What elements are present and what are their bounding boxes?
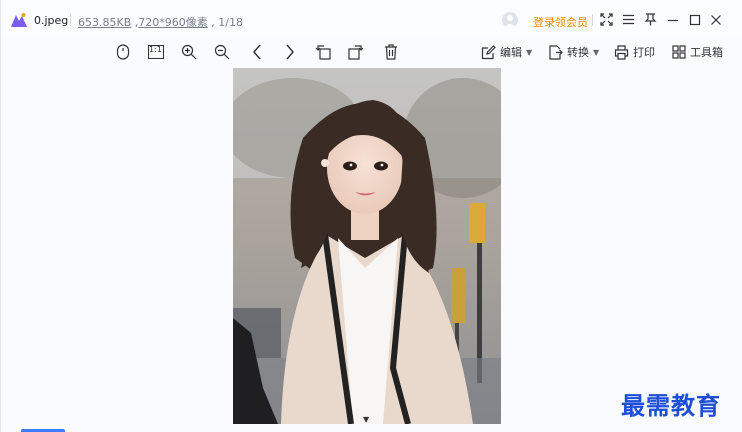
toolbox-label: 工具箱 xyxy=(690,46,723,59)
title-divider-2 xyxy=(592,14,593,26)
watermark-logo: 最需教育 xyxy=(621,391,721,420)
maximize-icon[interactable] xyxy=(687,12,702,27)
title-bar: 0.jpeg 653.85KB ,720*960像素 , 1/18 登录领会员 xyxy=(1,0,742,38)
print-button[interactable]: 打印 xyxy=(614,43,655,61)
next-image-icon[interactable] xyxy=(280,42,300,62)
edit-icon xyxy=(481,44,496,59)
file-name: 0.jpeg xyxy=(34,14,69,27)
chevron-down-icon: ▼ xyxy=(593,47,600,57)
chevron-down-icon: ▼ xyxy=(526,47,533,57)
minimize-icon[interactable] xyxy=(665,12,680,27)
delete-icon[interactable] xyxy=(381,42,401,62)
rotate-left-icon[interactable] xyxy=(313,42,333,62)
convert-label: 转换 xyxy=(567,46,589,59)
actual-size-label: 1:1 xyxy=(149,45,162,54)
file-meta: 653.85KB ,720*960像素 , 1/18 xyxy=(78,16,243,29)
page-index: 1/18 xyxy=(218,16,243,29)
edit-label: 编辑 xyxy=(500,46,522,59)
print-label: 打印 xyxy=(633,46,655,59)
convert-menu-button[interactable]: 转换 ▼ xyxy=(548,43,599,61)
rotate-right-icon[interactable] xyxy=(346,42,366,62)
grid-icon xyxy=(672,45,686,59)
zoom-out-icon[interactable] xyxy=(212,42,232,62)
pin-icon[interactable] xyxy=(643,12,658,27)
image-dimensions[interactable]: 720*960像素 xyxy=(138,16,208,29)
convert-icon xyxy=(549,44,563,60)
previous-image-icon[interactable] xyxy=(247,42,267,62)
close-icon[interactable] xyxy=(708,12,723,27)
scroll-up-handle[interactable]: ▼ xyxy=(363,415,369,424)
mouse-mode-icon[interactable] xyxy=(113,42,133,62)
menu-icon[interactable] xyxy=(621,12,636,27)
image-viewer-window: 0.jpeg 653.85KB ,720*960像素 , 1/18 登录领会员 xyxy=(0,0,742,432)
login-vip-link[interactable]: 登录领会员 xyxy=(533,14,588,30)
toolbox-button[interactable]: 工具箱 xyxy=(672,43,723,61)
user-avatar-icon[interactable] xyxy=(502,12,518,28)
fullscreen-icon[interactable] xyxy=(599,12,614,27)
app-logo-icon xyxy=(10,12,28,28)
printer-icon xyxy=(614,44,629,60)
main-image[interactable] xyxy=(233,68,501,424)
title-divider xyxy=(70,14,71,26)
toolbar: 1:1 编辑 ▼ 转换 ▼ 打印 工具箱 xyxy=(1,38,742,68)
zoom-in-icon[interactable] xyxy=(179,42,199,62)
actual-size-button[interactable]: 1:1 xyxy=(146,42,166,62)
file-size[interactable]: 653.85KB xyxy=(78,16,131,29)
edit-menu-button[interactable]: 编辑 ▼ xyxy=(481,43,532,61)
